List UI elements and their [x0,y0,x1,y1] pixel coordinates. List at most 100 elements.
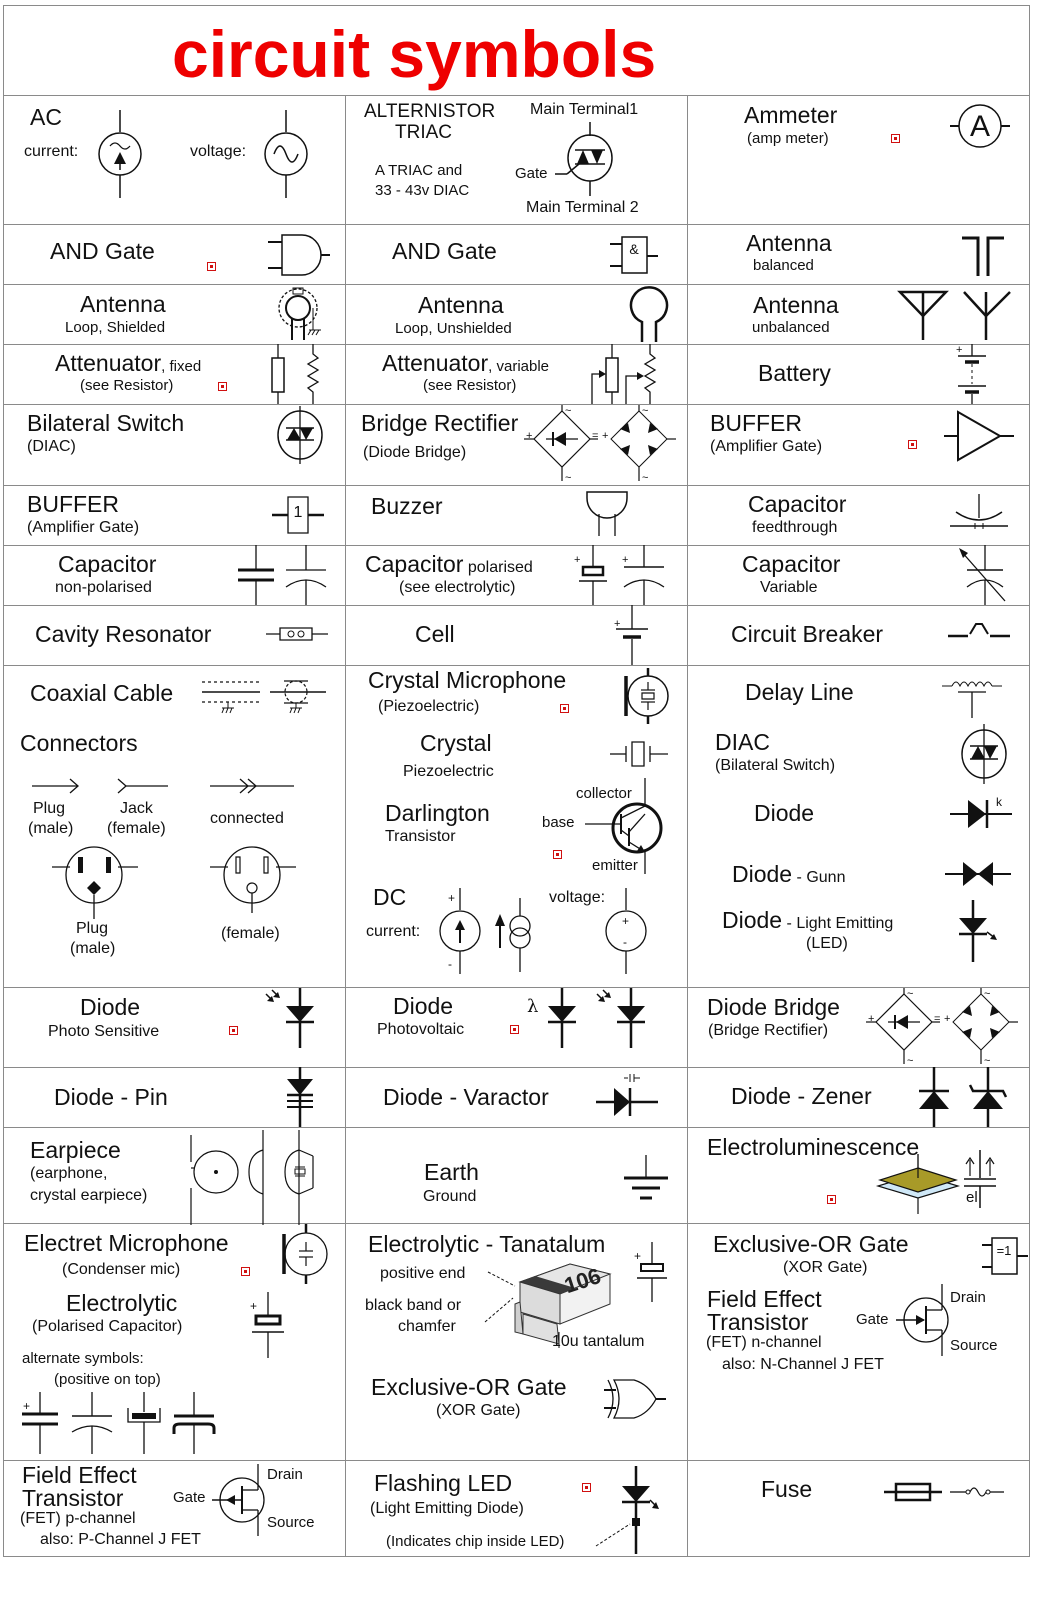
svg-text:~: ~ [907,988,913,1000]
symbol-name: Diode Bridge [707,994,840,1020]
symbol-sub: (Piezoelectric) [378,698,480,715]
symbol-name: Capacitor [742,551,841,577]
svg-text:=1: =1 [997,1243,1012,1258]
symbol-sub: also: P-Channel J FET [40,1531,201,1548]
svg-text:A: A [970,110,990,143]
grid-line [3,1223,1030,1224]
symbol-note: 10u tantalum [552,1333,645,1350]
symbol-label: voltage: [190,143,247,160]
triac-icon [555,122,625,198]
gunn-diode-icon [945,862,1011,886]
attenuator-variable-icon [588,344,668,404]
link-marker-icon[interactable] [891,134,900,143]
symbol-sub: Variable [760,579,818,596]
svg-text:-: - [623,935,627,949]
symbol-name: Electret Microphone [24,1230,229,1256]
grid-line [3,224,1030,225]
diode-bridge-icon: + ~ ~ = + ~ ~ [866,988,1026,1067]
symbol-sub: (Bridge Rectifier) [708,1022,829,1039]
zener-diode-icon [919,1067,1014,1127]
svg-text:~: ~ [565,405,571,417]
dc-current-source-icon: + - [436,888,486,974]
symbol-name: Buzzer [371,493,443,519]
link-marker-icon[interactable] [207,262,216,271]
capacitor-variable-icon [959,545,1011,605]
symbol-name: Diode - Gunn [732,861,846,887]
symbol-name: Diode [393,993,454,1019]
symbol-name: Cavity Resonator [35,621,212,647]
dc-current-source-alt-icon [495,898,532,974]
terminal-label: Source [267,1514,315,1531]
electrolytic-alternate-symbols-icon: + [20,1392,220,1456]
cavity-resonator-icon [266,626,328,642]
connector-label: Plug [33,800,66,817]
symbol-name: Ammeter [744,102,838,128]
symbol-sub: (Amplifier Gate) [710,438,823,455]
antenna-loop-icon [628,290,670,342]
link-marker-icon[interactable] [218,382,227,391]
circuit-breaker-icon [948,620,1010,640]
svg-text:+: + [956,344,962,356]
symbol-sub: crystal earpiece) [30,1187,148,1204]
symbol-name: AND Gate [392,238,497,264]
symbol-name: BUFFER [27,491,119,517]
symbol-sub: non-polarised [55,579,152,596]
symbol-name: Diode [754,800,815,826]
svg-text:~: ~ [984,1055,990,1067]
link-marker-icon[interactable] [553,850,562,859]
tantalum-capacitor-icon: + [634,1242,672,1304]
symbol-name: Exclusive-OR Gate [371,1374,567,1400]
svg-text:1: 1 [294,504,303,521]
connector-label: Plug [76,920,109,937]
antenna-balanced-icon [960,236,1010,278]
buzzer-icon [585,490,631,538]
terminal-label: Gate [515,165,548,182]
link-marker-icon[interactable] [229,1026,238,1035]
symbol-sub: Ground [423,1188,477,1205]
link-marker-icon[interactable] [908,440,917,449]
crystal-microphone-icon [622,666,672,726]
connector-label: (male) [70,940,116,957]
terminal-label: Main Terminal1 [530,101,639,118]
link-marker-icon[interactable] [241,1267,250,1276]
plug-male-icon [50,845,140,921]
svg-text:~: ~ [984,988,990,1000]
symbol-name: DIAC [715,729,770,755]
connector-label: (male) [28,820,74,837]
link-marker-icon[interactable] [560,704,569,713]
electret-microphone-icon [280,1222,330,1286]
ammeter-icon: A [950,104,1010,152]
symbol-sub: (LED) [806,935,848,952]
grid-line [3,1127,1030,1128]
terminal-label: Main Terminal 2 [526,199,639,216]
terminal-label: Gate [173,1489,206,1506]
symbol-name: Diode [80,994,141,1020]
antenna-unbalanced-icon [898,290,1016,342]
svg-text:~: ~ [565,472,571,484]
svg-text:-: - [448,957,452,971]
led-icon [959,900,997,962]
symbol-name: Transistor [707,1309,809,1335]
link-marker-icon[interactable] [827,1195,836,1204]
symbol-name: Field Effect [22,1462,137,1488]
link-marker-icon[interactable] [510,1025,519,1034]
svg-text:+: + [448,891,455,905]
svg-text:k: k [996,795,1003,809]
symbol-name: Circuit Breaker [731,621,884,647]
attenuator-fixed-icon [268,344,328,404]
coaxial-cable-icon [200,678,330,718]
crystal-icon [610,740,670,768]
link-marker-icon[interactable] [582,1483,591,1492]
symbol-sub: balanced [753,257,814,274]
svg-text:=: = [934,1013,940,1025]
svg-text:+: + [868,1013,874,1025]
symbol-name: Bilateral Switch [27,410,185,436]
diode-icon: k [950,795,1014,828]
svg-text:+: + [634,1249,641,1263]
symbol-sub: (Light Emitting Diode) [370,1500,524,1517]
symbol-note: positive end [380,1265,466,1282]
symbol-sub: (XOR Gate) [436,1402,521,1419]
symbol-note: A TRIAC and [375,162,463,179]
symbol-name: Diode - Varactor [383,1084,549,1110]
symbol-name: Crystal Microphone [368,667,567,693]
